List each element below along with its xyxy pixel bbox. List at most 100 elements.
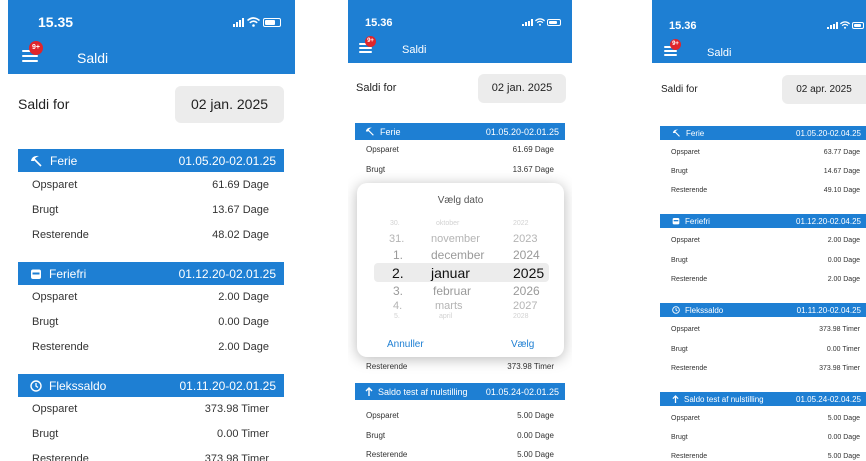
date-selector[interactable]: 02 jan. 2025 (175, 85, 284, 123)
app-header: 15.35 9+ Saldi (8, 0, 295, 74)
signal-icon (233, 17, 244, 27)
status-time: 15.36 (669, 20, 697, 32)
page-title: Saldi (77, 50, 109, 66)
section-range: 01.05.20-02.01.25 (485, 126, 559, 137)
wheel-day[interactable]: 3. (393, 284, 403, 298)
table-row: Brugt 0.00 Timer (671, 345, 860, 353)
date-selector[interactable]: 02 jan. 2025 (478, 73, 566, 103)
status-icons (522, 18, 561, 26)
battery-icon (852, 21, 864, 29)
wheel-year[interactable]: 2026 (513, 284, 540, 298)
section-header-feriefri: Feriefri 01.12.20-02.04.25 (660, 214, 866, 228)
wheel-month[interactable]: marts (435, 300, 463, 312)
section-header-ferie: Ferie 01.05.20-02.01.25 (355, 123, 565, 140)
notification-badge: 9+ (365, 36, 376, 47)
saldi-for-label: Saldi for (18, 96, 70, 112)
section-name: Saldo test af nulstilling (684, 394, 764, 404)
table-row: Resterende 2.00 Dage (32, 341, 269, 353)
battery-icon (547, 18, 561, 26)
table-row: Resterende 373.98 Timer (32, 453, 269, 461)
table-row: Brugt 0.00 Dage (32, 316, 269, 328)
wheel-year[interactable]: 2028 (513, 313, 529, 320)
clock-icon (672, 306, 680, 314)
battery-icon (263, 17, 281, 27)
wheel-month[interactable]: oktober (436, 220, 459, 227)
table-row: Brugt 0.00 Dage (366, 431, 554, 440)
wheel-day[interactable]: 2. (392, 265, 404, 281)
menu-button[interactable]: 9+ (22, 41, 43, 62)
section-header-ferie: Ferie 01.05.20-02.04.25 (660, 126, 866, 140)
status-time: 15.36 (365, 17, 393, 29)
wheel-month[interactable]: april (439, 313, 452, 320)
table-row: Opsparet 61.69 Dage (366, 145, 554, 154)
section-range: 01.12.20-02.01.25 (178, 266, 276, 281)
menu-button[interactable]: 9+ (359, 36, 376, 53)
wheel-month[interactable]: januar (431, 265, 470, 281)
wheel-year[interactable]: 2022 (513, 220, 529, 227)
date-wheel[interactable]: 30. 31. 1. 2. 3. 4. 5. oktober november … (357, 183, 564, 357)
saldi-for-label: Saldi for (356, 82, 397, 94)
calendar-icon (31, 269, 41, 279)
wheel-day[interactable]: 5. (394, 313, 400, 320)
app-header: 15.36 9+ Saldi (348, 0, 572, 63)
wheel-month[interactable]: februar (433, 284, 471, 298)
beach-umbrella-icon (31, 155, 42, 167)
table-row: Opsparet 5.00 Dage (366, 411, 554, 420)
beach-umbrella-icon (365, 127, 374, 136)
table-row: Resterende 5.00 Dage (671, 452, 860, 460)
table-row: Resterende 48.02 Dage (32, 229, 269, 241)
wheel-day[interactable]: 1. (393, 248, 403, 262)
status-time: 15.35 (38, 14, 74, 30)
wheel-year[interactable]: 2023 (513, 233, 537, 245)
section-name: Feriefri (685, 216, 710, 226)
section-name: Ferie (50, 153, 78, 168)
signal-icon (827, 21, 838, 29)
app-header: 15.36 9+ Saldi (652, 0, 866, 63)
saldi-for-row: Saldi for 02 jan. 2025 (348, 72, 572, 104)
confirm-button[interactable]: Vælg (511, 339, 534, 350)
wheel-day[interactable]: 30. (390, 220, 400, 227)
table-row: Resterende 373.98 Timer (671, 364, 860, 372)
table-row: Brugt 13.67 Dage (366, 165, 554, 174)
section-range: 01.05.24-02.04.25 (796, 394, 861, 404)
section-range: 01.05.20-02.01.25 (178, 153, 276, 168)
table-row: Brugt 0.00 Timer (32, 428, 269, 440)
section-header-flekssaldo: Flekssaldo 01.11.20-02.04.25 (660, 303, 866, 317)
notification-badge: 9+ (29, 41, 43, 55)
table-row: Resterende 5.00 Dage (366, 450, 554, 459)
section-range: 01.05.20-02.04.25 (796, 128, 861, 138)
table-row: Opsparet 373.98 Timer (671, 325, 860, 333)
wifi-icon (535, 18, 545, 26)
menu-button[interactable]: 9+ (664, 39, 681, 56)
wheel-year[interactable]: 2027 (513, 300, 537, 312)
wheel-month[interactable]: december (431, 248, 484, 262)
wheel-year[interactable]: 2025 (513, 265, 544, 281)
wheel-year[interactable]: 2024 (513, 248, 540, 262)
section-range: 01.05.24-02.01.25 (485, 386, 559, 397)
saldi-for-row: Saldi for 02 jan. 2025 (8, 84, 295, 124)
section-name: Ferie (686, 128, 705, 138)
date-picker-dialog: Vælg dato 30. 31. 1. 2. 3. 4. 5. oktober… (357, 183, 564, 357)
wheel-day[interactable]: 31. (389, 233, 404, 245)
table-row: Resterende 49.10 Dage (671, 186, 860, 194)
arrow-up-icon (672, 394, 679, 403)
table-row: Opsparet 61.69 Dage (32, 179, 269, 191)
date-selector[interactable]: 02 apr. 2025 (782, 75, 866, 104)
section-range: 01.12.20-02.04.25 (796, 216, 861, 226)
section-name: Saldo test af nulstilling (378, 386, 468, 397)
beach-umbrella-icon (672, 129, 680, 137)
wheel-month[interactable]: november (431, 233, 480, 245)
table-row: Resterende 2.00 Dage (671, 275, 860, 283)
cancel-button[interactable]: Annuller (387, 339, 424, 350)
screen-3: 15.36 9+ Saldi Saldi for 02 apr. 2025 Fe… (652, 0, 866, 461)
table-row: Brugt 0.00 Dage (671, 433, 860, 441)
wheel-day[interactable]: 4. (393, 300, 402, 312)
table-row: Opsparet 2.00 Dage (671, 236, 860, 244)
status-icons (827, 21, 864, 29)
section-header-feriefri: Feriefri 01.12.20-02.01.25 (18, 262, 284, 285)
table-row: Resterende 373.98 Timer (366, 362, 554, 371)
page-title: Saldi (707, 47, 732, 59)
section-name: Ferie (380, 126, 401, 137)
wifi-icon (840, 21, 850, 29)
section-header-ferie: Ferie 01.05.20-02.01.25 (18, 149, 284, 172)
